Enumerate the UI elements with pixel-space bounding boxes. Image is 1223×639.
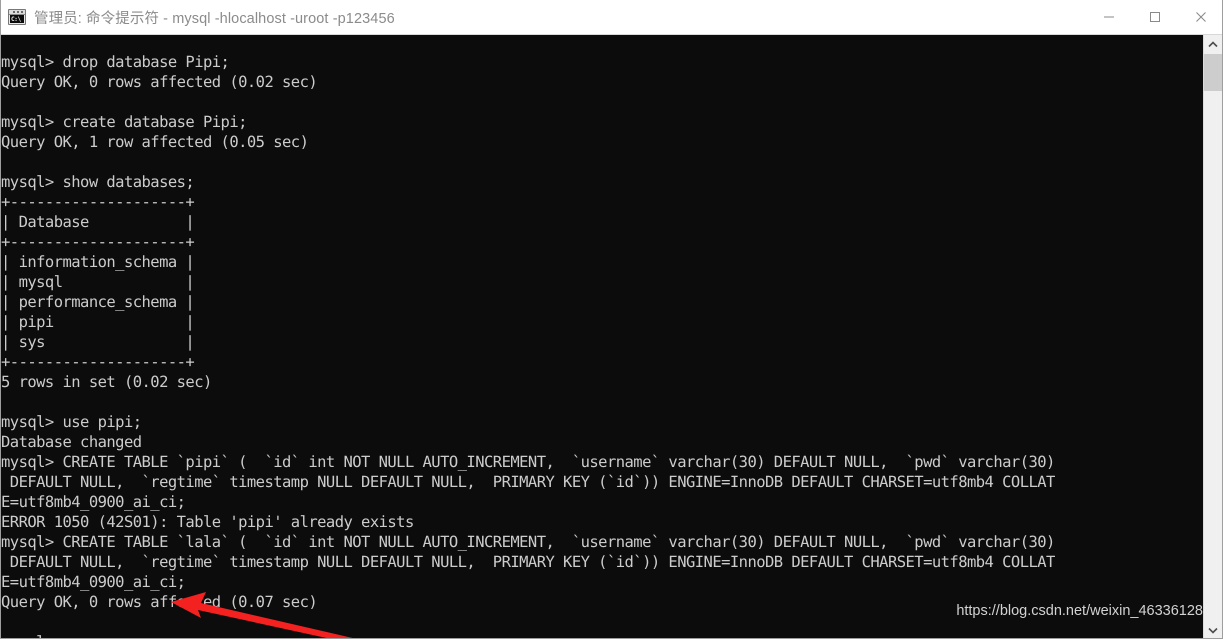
maximize-icon [1150,12,1160,22]
vertical-scrollbar[interactable] [1203,35,1222,638]
chevron-down-icon [1208,627,1218,634]
maximize-button[interactable] [1132,0,1178,34]
chevron-up-icon [1208,40,1218,47]
window-controls [1086,0,1222,34]
scrollbar-thumb[interactable] [1204,54,1222,91]
cmd-app-icon: C:\ [8,9,26,25]
close-button[interactable] [1178,0,1222,34]
minimize-button[interactable] [1086,0,1132,34]
icon-screen-glyph: C:\ [10,15,24,23]
terminal-text: mysql> drop database Pipi; Query OK, 0 r… [1,52,1055,639]
minimize-icon [1104,16,1114,18]
window-title: 管理员: 命令提示符 - mysql -hlocalhost -uroot -p… [34,10,395,27]
scroll-up-arrow-button[interactable] [1204,35,1222,53]
window-titlebar[interactable]: C:\ 管理员: 命令提示符 - mysql -hlocalhost -uroo… [1,0,1222,35]
close-icon [1196,12,1206,22]
console-window: C:\ 管理员: 命令提示符 - mysql -hlocalhost -uroo… [0,0,1223,639]
scroll-down-arrow-button[interactable] [1204,621,1222,638]
terminal-output-area[interactable]: mysql> drop database Pipi; Query OK, 0 r… [1,35,1205,639]
